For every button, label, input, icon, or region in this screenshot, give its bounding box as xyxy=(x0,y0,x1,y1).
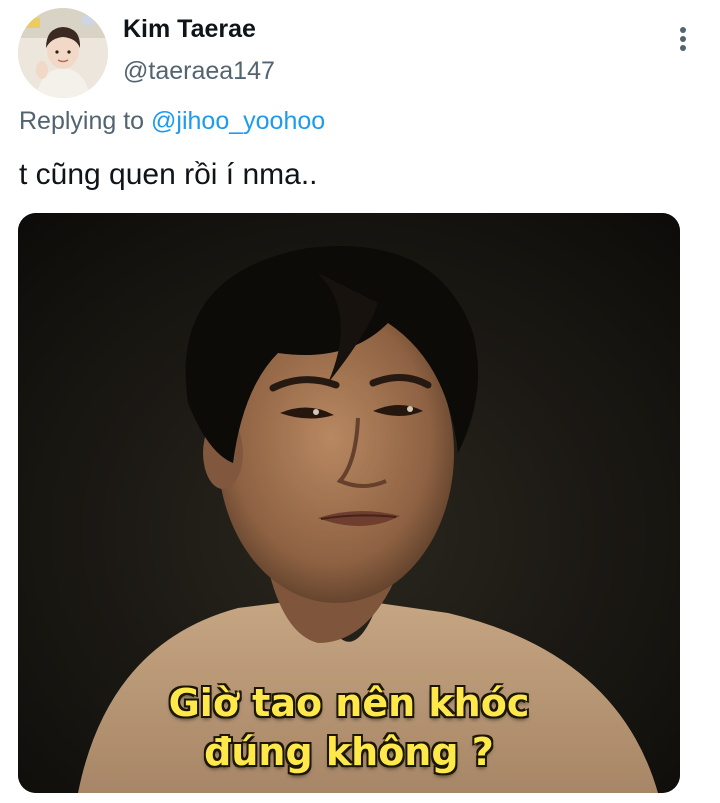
tweet-media-image[interactable]: Giờ tao nên khóc đúng không ? xyxy=(18,213,680,793)
author-handle[interactable]: @taeraea147 xyxy=(123,56,275,86)
profile-photo-icon xyxy=(18,8,108,98)
tweet-text: t cũng quen rồi í nma.. xyxy=(19,158,318,191)
reply-mention-link[interactable]: @jihoo_yoohoo xyxy=(151,107,325,135)
more-options-button[interactable] xyxy=(668,24,698,54)
more-vertical-icon xyxy=(680,27,686,51)
tweet: Kim Taerae @taeraea147 Replying to @jiho… xyxy=(0,0,720,803)
author-display-name[interactable]: Kim Taerae xyxy=(123,14,256,44)
avatar[interactable] xyxy=(18,8,108,98)
replying-to: Replying to @jihoo_yoohoo xyxy=(19,106,325,136)
meme-caption-line2: đúng không ? xyxy=(204,730,494,774)
replying-to-label: Replying to xyxy=(19,107,145,135)
meme-caption-line1: Giờ tao nên khóc xyxy=(168,681,530,725)
